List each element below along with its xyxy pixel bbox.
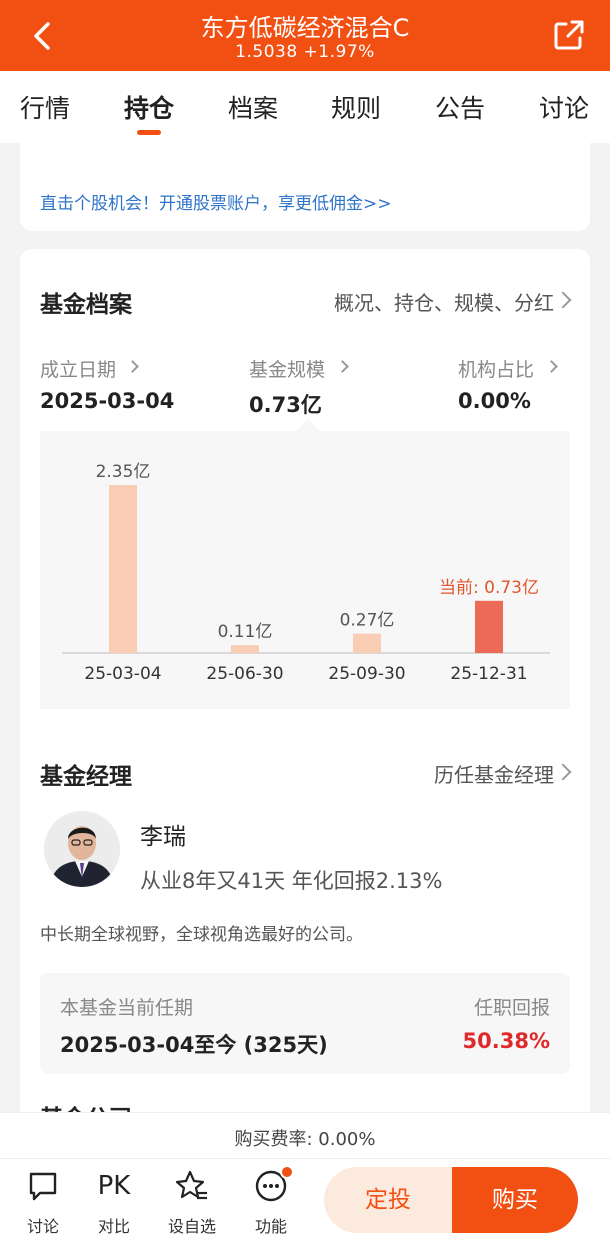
bar-25-06-30[interactable] (231, 645, 259, 653)
share-icon[interactable] (552, 18, 586, 52)
tab-holdings[interactable]: 持仓 (124, 89, 174, 125)
tenure-period: 2025-03-04至今 (325天) (60, 1033, 328, 1057)
functions-label: 功能 (254, 1217, 287, 1236)
auto-invest-button[interactable]: 定投 (324, 1167, 452, 1233)
tenure-return-label: 任职回报 (473, 997, 550, 1019)
manager-experience: 从业8年又41天 年化回报2.13% (140, 869, 443, 893)
tab-quote[interactable]: 行情 (20, 89, 70, 125)
compare-button[interactable]: PK 对比 (79, 1169, 149, 1237)
tab-announcements[interactable]: 公告 (435, 89, 485, 125)
fund-size-value: 0.73亿 (249, 393, 322, 417)
add-watchlist-label: 设自选 (167, 1217, 216, 1236)
tab-bar: 行情 持仓 档案 规则 公告 讨论 (0, 71, 610, 143)
chevron-right-icon (545, 360, 558, 373)
chevron-right-icon (554, 291, 572, 309)
buy-button[interactable]: 购买 (452, 1167, 578, 1233)
functions-button[interactable]: 功能 (236, 1165, 306, 1237)
tenure-box: 本基金当前任期 任职回报 2025-03-04至今 (325天) 50.38% (40, 973, 570, 1074)
pk-icon: PK (97, 1171, 131, 1201)
add-watchlist-button[interactable]: 设自选 (157, 1169, 227, 1237)
compare-label: 对比 (97, 1217, 130, 1236)
fund-size-bar-chart: 2.35亿 25-03-04 0.11亿 25-06-30 0.27亿 25-09-30 当… (62, 462, 550, 684)
tab-profile[interactable]: 档案 (228, 89, 278, 125)
purchase-fee-rate: 购买费率: 0.00% (234, 1129, 376, 1150)
open-account-link[interactable]: 直击个股机会！开通股票账户，享更低佣金>> (40, 189, 392, 214)
x-tick-label: 25-12-31 (450, 664, 527, 684)
established-date-value: 2025-03-04 (40, 389, 175, 413)
fund-name: 东方低碳经济混合C (200, 14, 410, 42)
manager-name[interactable]: 李瑞 (140, 817, 186, 851)
established-date-label[interactable]: 成立日期 (40, 355, 116, 382)
data-label-25-09-30: 0.27亿 (340, 611, 395, 631)
fund-profile-link[interactable]: 概况、持仓、规模、分红 (334, 287, 554, 316)
x-tick-label: 25-03-04 (84, 664, 161, 684)
purchase-fee-bar: 购买费率: 0.00% (0, 1112, 610, 1158)
manager-avatar[interactable] (44, 811, 120, 887)
discuss-label: 讨论 (26, 1217, 59, 1236)
active-tab-indicator (137, 130, 161, 135)
star-list-icon (175, 1170, 207, 1200)
institution-ratio-label[interactable]: 机构占比 (458, 355, 534, 382)
discuss-button[interactable]: 讨论 (8, 1169, 78, 1237)
top-header: 东方低碳经济混合C 1.5038 +1.97% (0, 0, 610, 71)
x-tick-label: 25-06-30 (206, 664, 283, 684)
bar-25-12-31[interactable] (475, 600, 503, 653)
notification-dot (280, 1165, 294, 1179)
fund-info-card: 基金档案 概况、持仓、规模、分红 成立日期 2025-03-04 基金规模 0.… (20, 249, 590, 1132)
institution-ratio-value: 0.00% (458, 389, 531, 413)
chevron-right-icon (336, 360, 349, 373)
manager-motto: 中长期全球视野，全球视角选最好的公司。 (40, 925, 363, 945)
promo-card: 直击个股机会！开通股票账户，享更低佣金>> (20, 143, 590, 231)
chat-icon (29, 1172, 57, 1201)
tab-discussion[interactable]: 讨论 (539, 89, 589, 125)
bottom-action-bar: 讨论 PK 对比 设自选 功能 定投 购买 (0, 1158, 610, 1252)
data-label-25-06-30: 0.11亿 (218, 622, 273, 642)
fund-nav-change: 1.5038 +1.97% (235, 42, 375, 62)
chevron-right-icon (126, 360, 139, 373)
bar-25-03-04[interactable] (109, 485, 137, 653)
tenure-label: 本基金当前任期 (60, 997, 194, 1019)
past-managers-link[interactable]: 历任基金经理 (434, 759, 554, 788)
fund-manager-title: 基金经理 (40, 764, 132, 790)
data-label-25-12-31: 当前: 0.73亿 (439, 578, 539, 598)
data-label-25-03-04: 2.35亿 (96, 462, 151, 482)
tab-rules[interactable]: 规则 (331, 89, 381, 125)
fund-size-label[interactable]: 基金规模 (249, 355, 325, 382)
pointer-notch (296, 419, 320, 431)
tenure-return-value: 50.38% (462, 1029, 550, 1053)
chevron-right-icon (554, 763, 572, 781)
bar-25-09-30[interactable] (353, 633, 381, 653)
fund-profile-title: 基金档案 (40, 292, 132, 318)
fund-size-chart: 2.35亿 25-03-04 0.11亿 25-06-30 0.27亿 25-09-30 当… (40, 431, 570, 709)
x-tick-label: 25-09-30 (328, 664, 405, 684)
